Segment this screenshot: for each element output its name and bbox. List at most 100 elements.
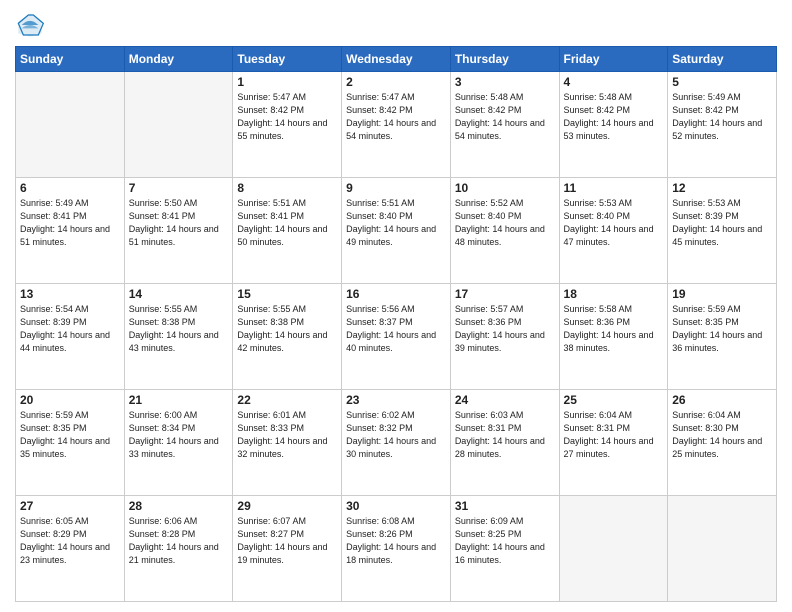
calendar-cell: 9 Sunrise: 5:51 AMSunset: 8:40 PMDaylight… [342,178,451,284]
day-number: 12 [672,181,772,195]
day-number: 20 [20,393,120,407]
cell-info: Sunrise: 5:53 AMSunset: 8:40 PMDaylight:… [564,197,664,249]
calendar-cell: 21 Sunrise: 6:00 AMSunset: 8:34 PMDayligh… [124,390,233,496]
calendar-cell: 8 Sunrise: 5:51 AMSunset: 8:41 PMDaylight… [233,178,342,284]
calendar-cell: 14 Sunrise: 5:55 AMSunset: 8:38 PMDayligh… [124,284,233,390]
cell-info: Sunrise: 6:06 AMSunset: 8:28 PMDaylight:… [129,515,229,567]
calendar-cell [124,72,233,178]
calendar-cell: 3 Sunrise: 5:48 AMSunset: 8:42 PMDaylight… [450,72,559,178]
calendar-cell: 5Sunrise: 5:49 AMSunset: 8:42 PMDaylight… [668,72,777,178]
cell-info: Sunrise: 5:55 AMSunset: 8:38 PMDaylight:… [129,303,229,355]
cell-info: Sunrise: 6:02 AMSunset: 8:32 PMDaylight:… [346,409,446,461]
day-number: 6 [20,181,120,195]
calendar-cell: 29 Sunrise: 6:07 AMSunset: 8:27 PMDayligh… [233,496,342,602]
day-number: 17 [455,287,555,301]
calendar-cell: 28 Sunrise: 6:06 AMSunset: 8:28 PMDayligh… [124,496,233,602]
cell-info: Sunrise: 6:07 AMSunset: 8:27 PMDaylight:… [237,515,337,567]
cell-info: Sunrise: 5:50 AMSunset: 8:41 PMDaylight:… [129,197,229,249]
day-number: 1 [237,75,337,89]
calendar-week-2: 6 Sunrise: 5:49 AMSunset: 8:41 PMDaylight… [16,178,777,284]
calendar-cell: 30 Sunrise: 6:08 AMSunset: 8:26 PMDayligh… [342,496,451,602]
calendar-cell: 2 Sunrise: 5:47 AMSunset: 8:42 PMDaylight… [342,72,451,178]
cell-info: Sunrise: 6:04 AMSunset: 8:30 PMDaylight:… [672,409,772,461]
cell-info: Sunrise: 5:52 AMSunset: 8:40 PMDaylight:… [455,197,555,249]
cell-info: Sunrise: 6:09 AMSunset: 8:25 PMDaylight:… [455,515,555,567]
day-number: 25 [564,393,664,407]
cell-info: Sunrise: 5:55 AMSunset: 8:38 PMDaylight:… [237,303,337,355]
calendar-cell [668,496,777,602]
day-number: 30 [346,499,446,513]
day-number: 31 [455,499,555,513]
cell-info: Sunrise: 5:53 AMSunset: 8:39 PMDaylight:… [672,197,772,249]
calendar-cell: 1Sunrise: 5:47 AMSunset: 8:42 PMDaylight… [233,72,342,178]
day-header-tuesday: Tuesday [233,47,342,72]
cell-info: Sunrise: 6:01 AMSunset: 8:33 PMDaylight:… [237,409,337,461]
cell-info: Sunrise: 5:51 AMSunset: 8:40 PMDaylight:… [346,197,446,249]
day-header-friday: Friday [559,47,668,72]
calendar-cell: 27 Sunrise: 6:05 AMSunset: 8:29 PMDayligh… [16,496,125,602]
header [15,10,777,40]
day-number: 18 [564,287,664,301]
calendar-cell: 18 Sunrise: 5:58 AMSunset: 8:36 PMDayligh… [559,284,668,390]
calendar-cell: 15 Sunrise: 5:55 AMSunset: 8:38 PMDayligh… [233,284,342,390]
cell-info: Sunrise: 6:03 AMSunset: 8:31 PMDaylight:… [455,409,555,461]
cell-info: Sunrise: 5:56 AMSunset: 8:37 PMDaylight:… [346,303,446,355]
day-number: 27 [20,499,120,513]
cell-info: Sunrise: 6:00 AMSunset: 8:34 PMDaylight:… [129,409,229,461]
day-header-saturday: Saturday [668,47,777,72]
cell-info: Sunrise: 5:59 AMSunset: 8:35 PMDaylight:… [672,303,772,355]
day-number: 21 [129,393,229,407]
calendar-cell: 6 Sunrise: 5:49 AMSunset: 8:41 PMDaylight… [16,178,125,284]
day-number: 28 [129,499,229,513]
calendar-cell: 16 Sunrise: 5:56 AMSunset: 8:37 PMDayligh… [342,284,451,390]
cell-info: Sunrise: 6:05 AMSunset: 8:29 PMDaylight:… [20,515,120,567]
cell-info: Sunrise: 5:58 AMSunset: 8:36 PMDaylight:… [564,303,664,355]
calendar-cell: 17 Sunrise: 5:57 AMSunset: 8:36 PMDayligh… [450,284,559,390]
day-number: 10 [455,181,555,195]
calendar-week-4: 20 Sunrise: 5:59 AMSunset: 8:35 PMDayligh… [16,390,777,496]
day-number: 29 [237,499,337,513]
cell-info: Sunrise: 5:47 AMSunset: 8:42 PMDaylight:… [346,91,446,143]
day-number: 3 [455,75,555,89]
calendar-cell: 7 Sunrise: 5:50 AMSunset: 8:41 PMDaylight… [124,178,233,284]
cell-info: Sunrise: 5:48 AMSunset: 8:42 PMDaylight:… [455,91,555,143]
logo-icon [15,10,45,40]
calendar-cell: 25Sunrise: 6:04 AMSunset: 8:31 PMDayligh… [559,390,668,496]
calendar-table: SundayMondayTuesdayWednesdayThursdayFrid… [15,46,777,602]
cell-info: Sunrise: 5:54 AMSunset: 8:39 PMDaylight:… [20,303,120,355]
calendar-header-row: SundayMondayTuesdayWednesdayThursdayFrid… [16,47,777,72]
cell-info: Sunrise: 5:57 AMSunset: 8:36 PMDaylight:… [455,303,555,355]
cell-info: Sunrise: 5:49 AMSunset: 8:41 PMDaylight:… [20,197,120,249]
calendar-cell: 12 Sunrise: 5:53 AMSunset: 8:39 PMDayligh… [668,178,777,284]
calendar-cell: 22Sunrise: 6:01 AMSunset: 8:33 PMDayligh… [233,390,342,496]
calendar-cell: 13 Sunrise: 5:54 AMSunset: 8:39 PMDayligh… [16,284,125,390]
day-number: 9 [346,181,446,195]
calendar-cell: 23 Sunrise: 6:02 AMSunset: 8:32 PMDayligh… [342,390,451,496]
cell-info: Sunrise: 5:51 AMSunset: 8:41 PMDaylight:… [237,197,337,249]
day-number: 19 [672,287,772,301]
day-number: 5 [672,75,772,89]
cell-info: Sunrise: 6:08 AMSunset: 8:26 PMDaylight:… [346,515,446,567]
day-number: 15 [237,287,337,301]
day-number: 23 [346,393,446,407]
cell-info: Sunrise: 5:48 AMSunset: 8:42 PMDaylight:… [564,91,664,143]
calendar-cell: 10 Sunrise: 5:52 AMSunset: 8:40 PMDayligh… [450,178,559,284]
calendar-week-3: 13 Sunrise: 5:54 AMSunset: 8:39 PMDayligh… [16,284,777,390]
day-number: 16 [346,287,446,301]
calendar-cell: 20 Sunrise: 5:59 AMSunset: 8:35 PMDayligh… [16,390,125,496]
calendar-cell: 26 Sunrise: 6:04 AMSunset: 8:30 PMDayligh… [668,390,777,496]
day-number: 11 [564,181,664,195]
page: SundayMondayTuesdayWednesdayThursdayFrid… [0,0,792,612]
day-number: 13 [20,287,120,301]
day-number: 8 [237,181,337,195]
day-number: 26 [672,393,772,407]
day-number: 14 [129,287,229,301]
cell-info: Sunrise: 5:59 AMSunset: 8:35 PMDaylight:… [20,409,120,461]
calendar-cell [559,496,668,602]
day-header-monday: Monday [124,47,233,72]
day-number: 7 [129,181,229,195]
day-number: 2 [346,75,446,89]
calendar-cell: 19 Sunrise: 5:59 AMSunset: 8:35 PMDayligh… [668,284,777,390]
calendar-cell: 4Sunrise: 5:48 AMSunset: 8:42 PMDaylight… [559,72,668,178]
calendar-cell [16,72,125,178]
